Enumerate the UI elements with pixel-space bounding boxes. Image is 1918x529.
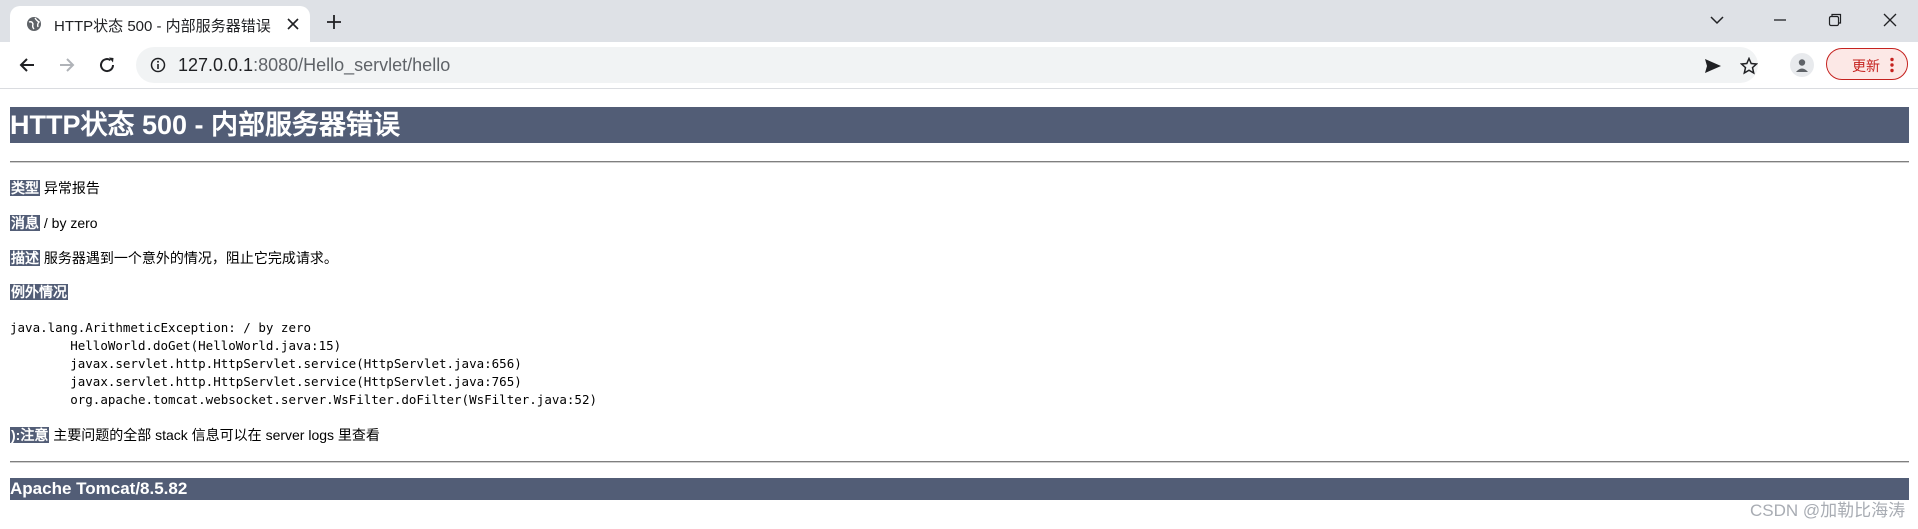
browser-toolbar: 127.0.0.1:8080/Hello_servlet/hello 更新: [0, 42, 1918, 89]
info-icon[interactable]: [150, 57, 166, 73]
note-row: ):注意 主要问题的全部 stack 信息可以在 server logs 里查看: [10, 426, 380, 444]
description-value: 服务器遇到一个意外的情况，阻止它完成请求。: [43, 250, 338, 266]
description-row: 描述 服务器遇到一个意外的情况，阻止它完成请求。: [10, 249, 338, 267]
bookmark-star-icon[interactable]: [1738, 55, 1760, 77]
page-title: HTTP状态 500 - 内部服务器错误: [10, 107, 1909, 143]
message-value: / by zero: [43, 215, 98, 231]
server-version-footer: Apache Tomcat/8.5.82: [10, 478, 1909, 500]
trace-line: HelloWorld.doGet(HelloWorld.java:15): [10, 338, 342, 353]
type-value: 异常报告: [43, 180, 100, 196]
divider: [10, 461, 1909, 463]
more-menu-icon[interactable]: [1889, 57, 1895, 73]
url-path: :8080/Hello_servlet/hello: [253, 55, 451, 75]
message-row: 消息 / by zero: [10, 214, 98, 232]
close-window-icon[interactable]: [1876, 8, 1904, 32]
send-icon[interactable]: [1702, 55, 1724, 77]
exception-label: 例外情况: [10, 284, 68, 300]
close-tab-icon[interactable]: [284, 15, 302, 33]
type-label: 类型: [10, 180, 40, 196]
description-label: 描述: [10, 250, 40, 266]
update-button[interactable]: 更新: [1826, 48, 1908, 80]
restore-icon[interactable]: [1821, 8, 1849, 32]
tab-search-icon[interactable]: [1703, 8, 1731, 32]
watermark: CSDN @加勒比海涛: [1750, 501, 1906, 520]
update-label: 更新: [1852, 58, 1880, 74]
exception-row: 例外情况: [10, 283, 68, 301]
plus-icon[interactable]: [322, 10, 346, 34]
url-host: 127.0.0.1: [178, 55, 254, 75]
forward-arrow-icon[interactable]: [53, 51, 81, 79]
trace-line: java.lang.ArithmeticException: / by zero: [10, 320, 312, 335]
tab-title: HTTP状态 500 - 内部服务器错误: [54, 18, 271, 35]
tab-strip: HTTP状态 500 - 内部服务器错误: [0, 0, 1918, 42]
stack-trace: java.lang.ArithmeticException: / by zero…: [10, 319, 597, 409]
back-arrow-icon[interactable]: [13, 51, 41, 79]
note-value: 主要问题的全部 stack 信息可以在 server logs 里查看: [53, 427, 380, 443]
type-row: 类型 异常报告: [10, 179, 100, 197]
trace-line: org.apache.tomcat.websocket.server.WsFil…: [10, 392, 598, 407]
person-icon[interactable]: [1790, 53, 1814, 77]
divider: [10, 161, 1909, 163]
globe-icon: [26, 16, 42, 32]
address-bar[interactable]: 127.0.0.1:8080/Hello_servlet/hello: [136, 47, 1758, 83]
active-tab[interactable]: HTTP状态 500 - 内部服务器错误: [10, 6, 310, 42]
url-text: 127.0.0.1:8080/Hello_servlet/hello: [178, 55, 450, 76]
minimize-icon[interactable]: [1766, 8, 1794, 32]
trace-line: javax.servlet.http.HttpServlet.service(H…: [10, 374, 522, 389]
trace-line: javax.servlet.http.HttpServlet.service(H…: [10, 356, 522, 371]
note-label: ):注意: [10, 427, 50, 443]
reload-icon[interactable]: [93, 51, 121, 79]
message-label: 消息: [10, 215, 40, 231]
